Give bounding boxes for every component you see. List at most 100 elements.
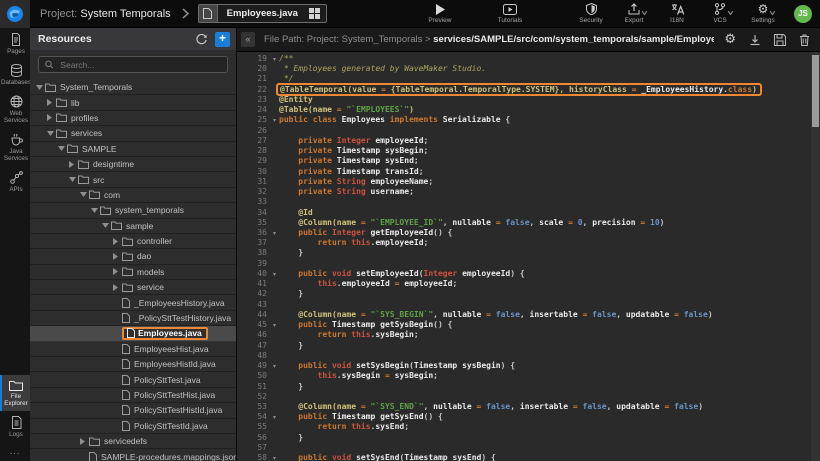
file-settings-gear-icon[interactable]: ⚙ (724, 32, 736, 47)
security-button[interactable]: Security (576, 0, 606, 28)
tree-item[interactable]: models (30, 265, 236, 280)
tree-item[interactable]: services (30, 126, 236, 141)
tree-item[interactable]: PolicySttTestHist.java (30, 388, 236, 403)
tree-item[interactable]: servicedefs (30, 434, 236, 449)
tree-item[interactable]: PolicySttTest.java (30, 372, 236, 387)
code-line[interactable]: 57 (237, 443, 820, 453)
code-line[interactable]: 51 } (237, 382, 820, 392)
caret-down-icon[interactable] (36, 85, 43, 90)
code-line[interactable]: 32 private String username; (237, 187, 820, 197)
tree-item[interactable]: service (30, 280, 236, 295)
grid-icon[interactable] (307, 8, 326, 19)
add-resource-button[interactable]: + (215, 32, 230, 47)
code-line[interactable]: 55 return this.sysEnd; (237, 422, 820, 432)
search-box[interactable] (38, 56, 228, 73)
sidebar-item-pages[interactable]: Pages (0, 28, 30, 59)
tree-caret[interactable] (102, 223, 111, 228)
code-line[interactable]: 45▾ public Timestamp getSysBegin() { (237, 320, 820, 330)
tree-item[interactable]: PolicySttTestId.java (30, 419, 236, 434)
rail-overflow-button[interactable]: ... (0, 442, 30, 461)
tree-item[interactable]: controller (30, 234, 236, 249)
caret-right-icon[interactable] (113, 284, 118, 291)
caret-right-icon[interactable] (47, 99, 52, 106)
code-line[interactable]: 23@Entity (237, 95, 820, 105)
tree-caret[interactable] (80, 438, 89, 445)
code-line[interactable]: 27 private Integer employeeId; (237, 136, 820, 146)
code-line[interactable]: 30 private Timestamp transId; (237, 167, 820, 177)
code-line[interactable]: 36▾ public Integer getEmployeeId() { (237, 228, 820, 238)
export-button[interactable]: Export (619, 0, 649, 28)
sidebar-item-databases[interactable]: Databases (0, 59, 30, 90)
tree-item[interactable]: SAMPLE (30, 142, 236, 157)
tree-item[interactable]: System_Temporals (30, 80, 236, 95)
editor-scrollbar[interactable] (811, 52, 820, 461)
tree-item[interactable]: PolicySttTestHistId.java (30, 403, 236, 418)
tree-caret[interactable] (91, 208, 100, 213)
tree-item[interactable]: lib (30, 95, 236, 110)
wavemaker-logo[interactable] (0, 0, 30, 28)
tree-item[interactable]: src (30, 172, 236, 187)
code-line[interactable]: 20 * Employees generated by WaveMaker St… (237, 64, 820, 74)
caret-right-icon[interactable] (47, 114, 52, 121)
tree-caret[interactable] (47, 114, 56, 121)
caret-right-icon[interactable] (80, 438, 85, 445)
caret-right-icon[interactable] (113, 238, 118, 245)
code-line[interactable]: 29 private Timestamp sysEnd; (237, 156, 820, 166)
caret-down-icon[interactable] (91, 208, 98, 213)
tutorials-button[interactable]: Tutorials (495, 0, 525, 28)
tree-caret[interactable] (47, 131, 56, 136)
caret-right-icon[interactable] (69, 161, 74, 168)
tree-item[interactable]: dao (30, 249, 236, 264)
code-line[interactable]: 48 (237, 351, 820, 361)
preview-button[interactable]: Preview (425, 0, 455, 28)
code-line[interactable]: 34 @Id (237, 208, 820, 218)
sidebar-item-web-services[interactable]: Web Services (0, 90, 30, 128)
tree-item[interactable]: EmployeesHist.java (30, 342, 236, 357)
tree-item[interactable]: SAMPLE-procedures.mappings.json (30, 449, 236, 461)
caret-down-icon[interactable] (58, 146, 65, 151)
code-line[interactable]: 41 this.employeeId = employeeId; (237, 279, 820, 289)
code-line[interactable]: 56 } (237, 433, 820, 443)
code-line[interactable]: 19▾/** (237, 54, 820, 64)
code-line[interactable]: 35 @Column(name = "`EMPLOYEE_ID`", nulla… (237, 218, 820, 228)
sidebar-item-logs[interactable]: Logs (0, 411, 30, 442)
tree-item[interactable]: system_temporals (30, 203, 236, 218)
i18n-button[interactable]: I18N (662, 0, 692, 28)
delete-file-icon[interactable] (799, 34, 810, 46)
code-line[interactable]: 33 (237, 197, 820, 207)
tree-caret[interactable] (113, 253, 122, 260)
tree-item[interactable]: sample (30, 219, 236, 234)
code-line[interactable]: 58▾ public void setSysEnd(Timestamp sysE… (237, 453, 820, 461)
code-line[interactable]: 46 return this.sysBegin; (237, 330, 820, 340)
code-line-highlighted[interactable]: 22@TableTemporal(value = {TableTemporal.… (237, 85, 820, 95)
code-line[interactable]: 53 @Column(name = "`SYS_END`", nullable … (237, 402, 820, 412)
tree-caret[interactable] (69, 161, 78, 168)
caret-down-icon[interactable] (69, 177, 76, 182)
tree-item[interactable]: profiles (30, 111, 236, 126)
caret-right-icon[interactable] (113, 253, 118, 260)
save-file-icon[interactable] (774, 34, 786, 46)
tree-item[interactable]: _EmployeesHistory.java (30, 295, 236, 310)
sidebar-item-java-services[interactable]: Java Services (0, 128, 30, 166)
code-line[interactable]: 40▾ public void setEmployeeId(Integer em… (237, 269, 820, 279)
tree-item[interactable]: com (30, 188, 236, 203)
code-line[interactable]: 38 } (237, 248, 820, 258)
code-line[interactable]: 54▾ public Timestamp getSysEnd() { (237, 412, 820, 422)
tree-item[interactable]: designtime (30, 157, 236, 172)
search-input[interactable] (58, 59, 221, 71)
code-line[interactable]: 49▾ public void setSysBegin(Timestamp sy… (237, 361, 820, 371)
tree-caret[interactable] (69, 177, 78, 182)
code-line[interactable]: 24@Table(name = "`EMPLOYEES`") (237, 105, 820, 115)
tree-caret[interactable] (80, 192, 89, 197)
open-file-tab[interactable]: Employees.java (198, 4, 327, 23)
download-file-icon[interactable] (749, 34, 761, 46)
tree-caret[interactable] (113, 284, 122, 291)
code-line[interactable]: 42 } (237, 289, 820, 299)
tree-caret[interactable] (36, 85, 45, 90)
caret-down-icon[interactable] (102, 223, 109, 228)
caret-down-icon[interactable] (80, 192, 87, 197)
code-line[interactable]: 26 (237, 126, 820, 136)
settings-button[interactable]: ⚙ Settings (748, 0, 778, 28)
caret-right-icon[interactable] (113, 268, 118, 275)
code-line[interactable]: 47 } (237, 341, 820, 351)
